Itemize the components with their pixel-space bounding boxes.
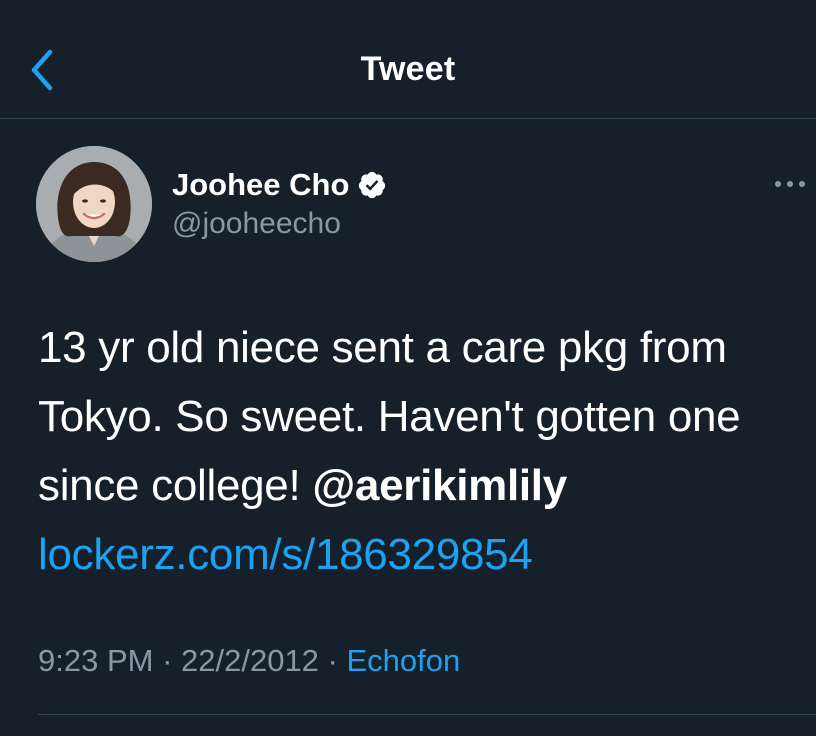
author-handle[interactable]: @jooheecho (172, 207, 341, 241)
source-link[interactable]: Echofon (347, 643, 461, 678)
meta-separator: · (318, 643, 347, 678)
top-bar: Tweet (0, 0, 816, 119)
tweet-text-line: Tokyo. So sweet. Haven't gotten one (38, 392, 741, 441)
more-icon (775, 181, 805, 187)
author-name-row[interactable]: Joohee Cho (172, 165, 387, 205)
meta-separator: · (153, 643, 182, 678)
tweet-text-line: 13 yr old niece sent a care pkg from (38, 323, 727, 372)
verified-badge-icon (359, 171, 386, 199)
tweet-text-segment: since college! (38, 461, 313, 510)
page-title: Tweet (360, 50, 456, 88)
divider (38, 714, 816, 715)
tweet-text-line: since college! @aerikimlily (38, 451, 808, 520)
tweet-meta: 9:23 PM · 22/2/2012 · Echofon (38, 643, 460, 679)
author-name[interactable]: Joohee Cho (172, 167, 349, 203)
tweet-text: 13 yr old niece sent a care pkg from Tok… (38, 313, 808, 589)
more-options-button[interactable] (770, 170, 810, 198)
tweet-date: 22/2/2012 (181, 643, 319, 678)
tweet-time: 9:23 PM (38, 643, 154, 678)
profile-photo (36, 146, 152, 262)
avatar[interactable] (36, 146, 152, 262)
mention-link[interactable]: @aerikimlily (312, 461, 567, 510)
tweet-url-link[interactable]: lockerz.com/s/186329854 (38, 520, 808, 589)
